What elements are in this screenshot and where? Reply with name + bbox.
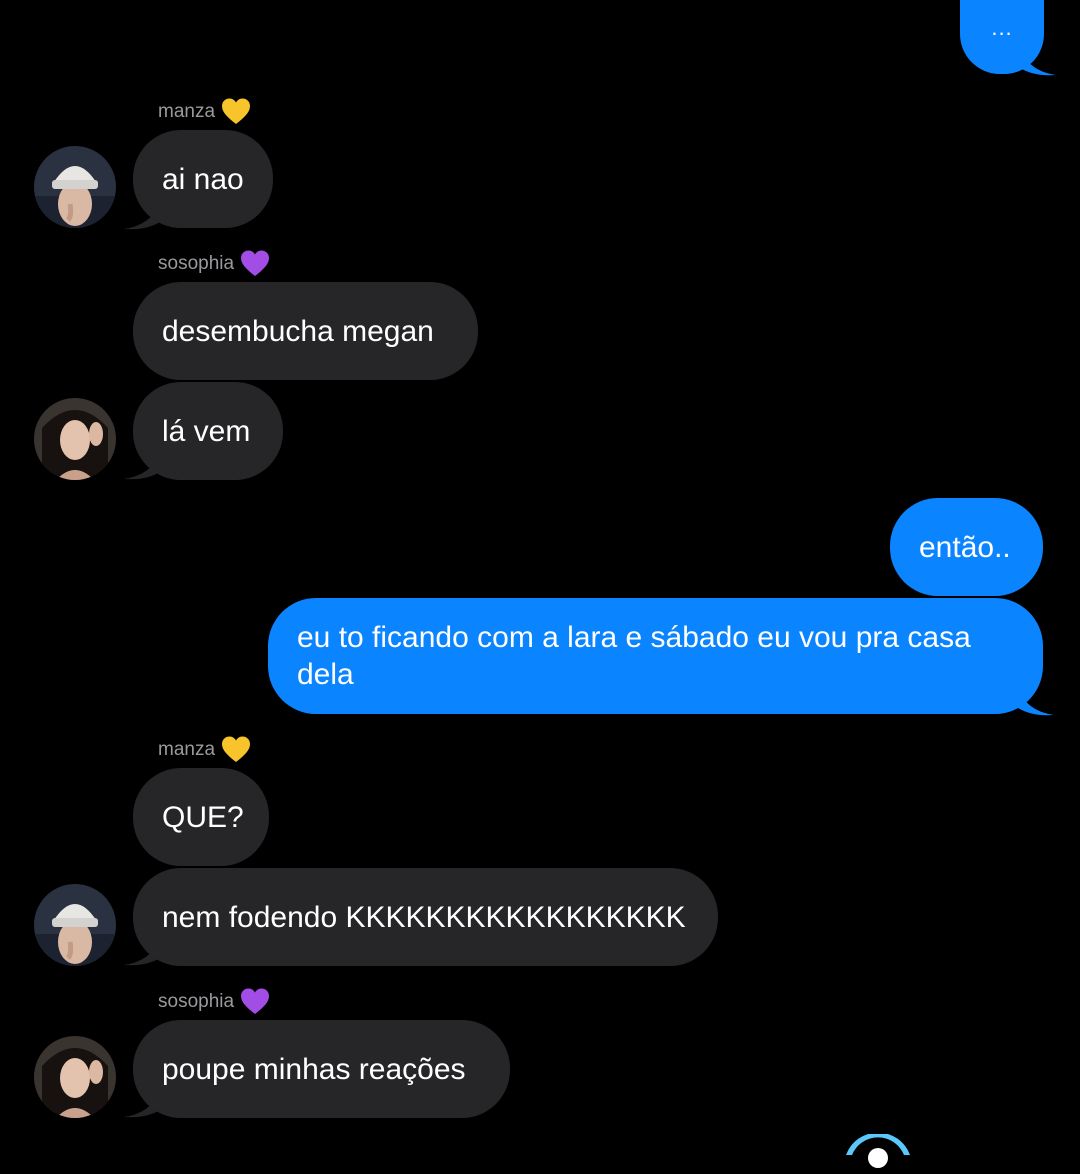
bubble-tail (1020, 46, 1056, 76)
incoming-message-bubble[interactable]: QUE? (133, 768, 269, 866)
avatar-sosophia[interactable] (34, 398, 116, 480)
message-text: ai nao (162, 162, 244, 196)
avatar-sosophia[interactable] (34, 1036, 116, 1118)
sender-name: manza (158, 101, 216, 122)
yellow-heart-icon (221, 97, 251, 127)
message-text: então.. (919, 530, 1011, 564)
sender-label-manza: manza (158, 95, 251, 129)
outgoing-message-bubble[interactable]: eu to ficando com a lara e sábado eu vou… (268, 598, 1043, 714)
avatar-manza[interactable] (34, 884, 116, 966)
message-text: desembucha megan (162, 314, 434, 348)
message-text: ... (991, 15, 1013, 40)
bubble-tail (1018, 686, 1054, 716)
incoming-message-bubble[interactable]: desembucha megan (133, 282, 478, 380)
avatar-manza[interactable] (34, 146, 116, 228)
message-text: poupe minhas reações (162, 1052, 466, 1086)
sender-label-manza: manza (158, 733, 251, 767)
incoming-message-bubble[interactable]: poupe minhas reações (133, 1020, 510, 1118)
bubble-tail (124, 1088, 160, 1118)
outgoing-message-bubble[interactable]: então.. (890, 498, 1043, 596)
chat-thread: ... manza ai nao sosophia desembucha meg… (0, 0, 1080, 1168)
sender-name: manza (158, 739, 216, 760)
bubble-tail (124, 936, 160, 966)
sender-name: sosophia (158, 991, 235, 1012)
message-text: eu to ficando com a lara e sábado eu vou… (297, 621, 971, 691)
bubble-tail (124, 450, 160, 480)
purple-heart-icon (240, 987, 270, 1017)
bubble-tail (124, 200, 160, 230)
sender-label-sosophia: sosophia (158, 985, 270, 1019)
purple-heart-icon (240, 249, 270, 279)
message-text: QUE? (162, 800, 244, 834)
message-text: lá vem (162, 414, 251, 448)
reaction-icon[interactable] (842, 1134, 922, 1174)
sender-label-sosophia: sosophia (158, 247, 270, 281)
yellow-heart-icon (221, 735, 251, 765)
incoming-message-bubble[interactable]: nem fodendo KKKKKKKKKKKKKKKKK (133, 868, 718, 966)
message-text: nem fodendo KKKKKKKKKKKKKKKKK (162, 900, 686, 934)
sender-name: sosophia (158, 253, 235, 274)
